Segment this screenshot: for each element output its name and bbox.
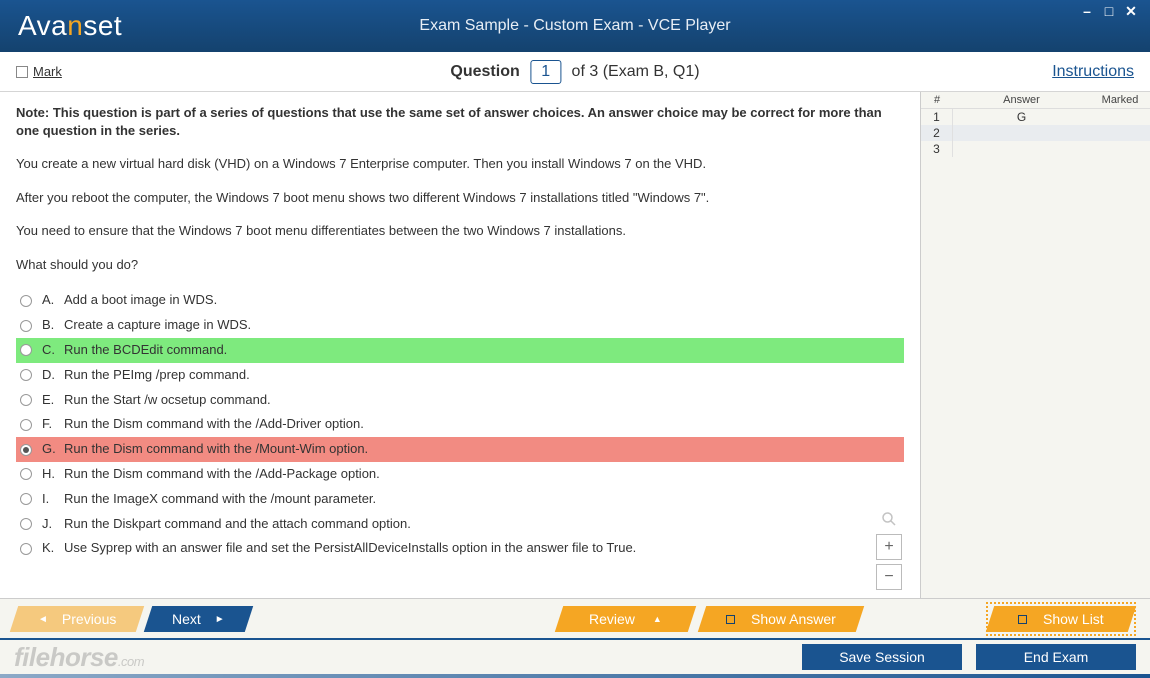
row-answer xyxy=(953,125,1090,141)
question-header-bar: Mark Question 1 of 3 (Exam B, Q1) Instru… xyxy=(0,52,1150,92)
option-g[interactable]: G.Run the Dism command with the /Mount-W… xyxy=(16,437,904,462)
end-exam-button[interactable]: End Exam xyxy=(976,644,1136,670)
title-bar: Avanset Exam Sample - Custom Exam - VCE … xyxy=(0,0,1150,52)
option-text: Run the Diskpart command and the attach … xyxy=(64,514,411,535)
window-controls: – □ ✕ xyxy=(1078,4,1140,18)
row-num: 2 xyxy=(921,125,953,141)
next-button[interactable]: Next xyxy=(144,606,253,632)
question-p1: You create a new virtual hard disk (VHD)… xyxy=(16,154,904,174)
app-logo: Avanset xyxy=(18,10,122,42)
button-label: Show List xyxy=(1018,611,1104,627)
logo-n: n xyxy=(67,10,83,41)
option-text: Run the PEImg /prep command. xyxy=(64,365,250,386)
row-num: 1 xyxy=(921,109,953,125)
question-word: Question xyxy=(450,63,519,80)
option-c[interactable]: C.Run the BCDEdit command. xyxy=(16,338,904,363)
radio-icon[interactable] xyxy=(20,444,32,456)
row-num: 3 xyxy=(921,141,953,157)
answer-row-1[interactable]: 1 G xyxy=(921,109,1150,125)
option-d[interactable]: D.Run the PEImg /prep command. xyxy=(16,363,904,388)
answer-row-2[interactable]: 2 xyxy=(921,125,1150,141)
answer-list-header: # Answer Marked xyxy=(921,92,1150,109)
save-session-button[interactable]: Save Session xyxy=(802,644,962,670)
option-text: Run the Dism command with the /Add-Drive… xyxy=(64,414,364,435)
col-answer: Answer xyxy=(953,92,1090,108)
watermark: filehorse.com xyxy=(14,642,144,673)
option-i[interactable]: I.Run the ImageX command with the /mount… xyxy=(16,487,904,512)
radio-icon[interactable] xyxy=(20,468,32,480)
question-number-input[interactable]: 1 xyxy=(530,60,561,84)
row-answer xyxy=(953,141,1090,157)
row-marked xyxy=(1090,109,1150,125)
question-p2: After you reboot the computer, the Windo… xyxy=(16,188,904,208)
square-icon xyxy=(726,614,735,623)
radio-icon[interactable] xyxy=(20,394,32,406)
option-b[interactable]: B.Create a capture image in WDS. xyxy=(16,313,904,338)
question-tail: of 3 (Exam B, Q1) xyxy=(572,63,700,80)
button-label: Show Answer xyxy=(726,611,836,627)
square-icon xyxy=(1018,614,1027,623)
logo-text: Ava xyxy=(18,10,67,41)
minimize-button[interactable]: – xyxy=(1078,4,1096,18)
option-text: Run the Dism command with the /Mount-Wim… xyxy=(64,439,368,460)
radio-icon[interactable] xyxy=(20,344,32,356)
question-note: Note: This question is part of a series … xyxy=(16,104,904,140)
show-list-wrapper: Show List xyxy=(986,602,1136,636)
answer-list-panel: # Answer Marked 1 G 2 3 xyxy=(920,92,1150,598)
button-label: Review xyxy=(589,611,662,627)
row-marked xyxy=(1090,125,1150,141)
instructions-link[interactable]: Instructions xyxy=(1052,63,1134,81)
col-marked: Marked xyxy=(1090,92,1150,108)
option-e[interactable]: E.Run the Start /w ocsetup command. xyxy=(16,388,904,413)
option-f[interactable]: F.Run the Dism command with the /Add-Dri… xyxy=(16,412,904,437)
magnifier-icon[interactable] xyxy=(878,508,900,530)
review-button[interactable]: Review xyxy=(555,606,696,632)
option-j[interactable]: J.Run the Diskpart command and the attac… xyxy=(16,512,904,537)
zoom-controls: + − xyxy=(876,508,902,590)
radio-icon[interactable] xyxy=(20,518,32,530)
maximize-button[interactable]: □ xyxy=(1100,4,1118,18)
radio-icon[interactable] xyxy=(20,295,32,307)
option-text: Add a boot image in WDS. xyxy=(64,290,217,311)
question-p3: You need to ensure that the Windows 7 bo… xyxy=(16,221,904,241)
question-indicator: Question 1 of 3 (Exam B, Q1) xyxy=(450,60,699,84)
option-text: Create a capture image in WDS. xyxy=(64,315,251,336)
option-text: Use Syprep with an answer file and set t… xyxy=(64,538,636,559)
navigation-bar: Previous Next Review Show Answer Show Li… xyxy=(0,598,1150,638)
answer-row-3[interactable]: 3 xyxy=(921,141,1150,157)
show-list-button[interactable]: Show List xyxy=(986,606,1136,632)
mark-checkbox[interactable] xyxy=(16,66,28,78)
bottom-bar: filehorse.com Save Session End Exam xyxy=(0,638,1150,674)
radio-icon[interactable] xyxy=(20,419,32,431)
row-answer: G xyxy=(953,109,1090,125)
option-text: Run the BCDEdit command. xyxy=(64,340,227,361)
radio-icon[interactable] xyxy=(20,369,32,381)
zoom-in-button[interactable]: + xyxy=(876,534,902,560)
question-p4: What should you do? xyxy=(16,255,904,275)
question-pane: Note: This question is part of a series … xyxy=(0,92,920,598)
option-a[interactable]: A.Add a boot image in WDS. xyxy=(16,288,904,313)
radio-icon[interactable] xyxy=(20,320,32,332)
radio-icon[interactable] xyxy=(20,543,32,555)
button-label: Next xyxy=(172,611,225,627)
watermark-ext: .com xyxy=(118,654,144,669)
content-row: Note: This question is part of a series … xyxy=(0,92,1150,598)
window-title: Exam Sample - Custom Exam - VCE Player xyxy=(419,17,730,35)
option-k[interactable]: K.Use Syprep with an answer file and set… xyxy=(16,536,904,561)
watermark-main: filehorse xyxy=(14,642,118,672)
button-label: Previous xyxy=(38,611,116,627)
close-button[interactable]: ✕ xyxy=(1122,4,1140,18)
option-text: Run the Dism command with the /Add-Packa… xyxy=(64,464,380,485)
option-h[interactable]: H.Run the Dism command with the /Add-Pac… xyxy=(16,462,904,487)
zoom-out-button[interactable]: − xyxy=(876,564,902,590)
show-answer-button[interactable]: Show Answer xyxy=(698,606,864,632)
option-text: Run the ImageX command with the /mount p… xyxy=(64,489,376,510)
previous-button[interactable]: Previous xyxy=(10,606,145,632)
mark-label[interactable]: Mark xyxy=(33,64,62,79)
col-num: # xyxy=(921,92,953,108)
option-text: Run the Start /w ocsetup command. xyxy=(64,390,271,411)
radio-icon[interactable] xyxy=(20,493,32,505)
logo-text2: set xyxy=(83,10,122,41)
row-marked xyxy=(1090,141,1150,157)
